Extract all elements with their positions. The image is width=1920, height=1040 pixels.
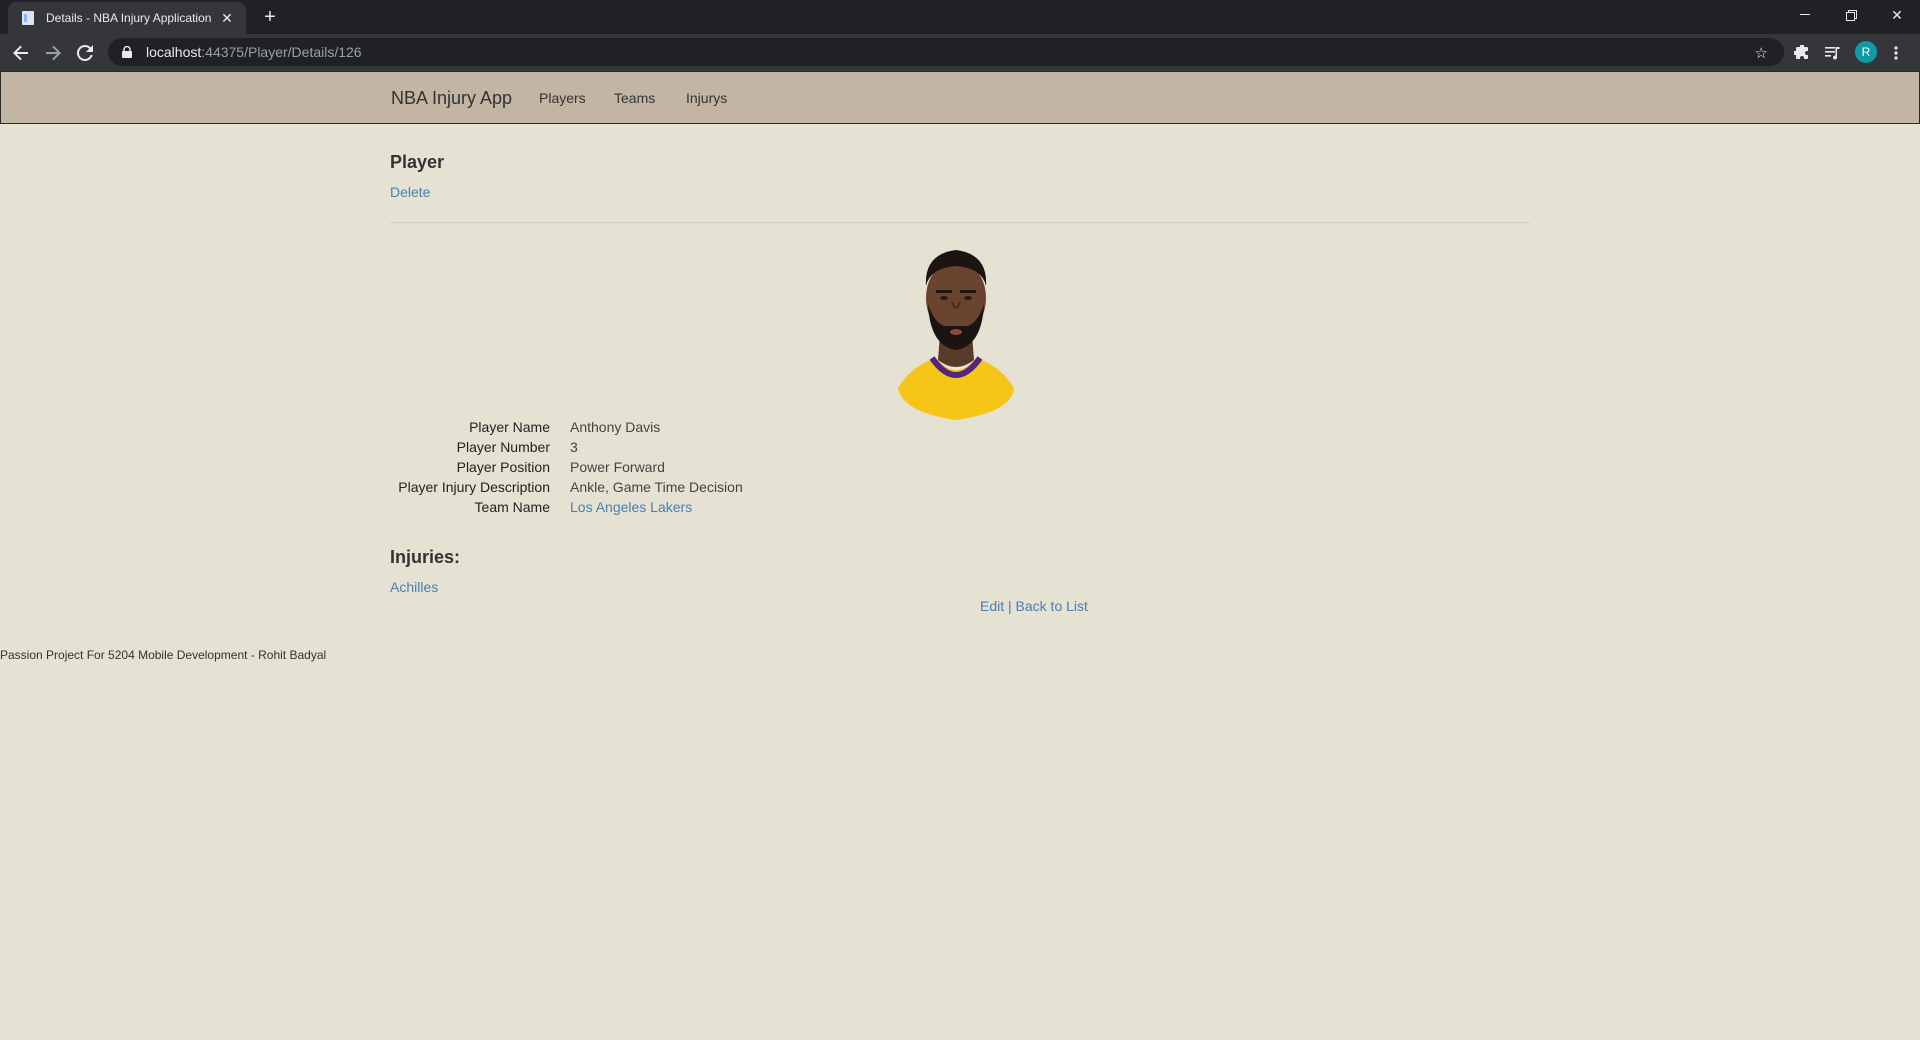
reading-list-icon[interactable] bbox=[1821, 41, 1845, 65]
team-link[interactable]: Los Angeles Lakers bbox=[570, 499, 692, 515]
detail-value: Ankle, Game Time Decision bbox=[570, 479, 743, 495]
browser-tab[interactable]: Details - NBA Injury Application ✕ bbox=[8, 2, 246, 34]
footer-text: Passion Project For 5204 Mobile Developm… bbox=[0, 648, 327, 662]
browser-toolbar: localhost:44375/Player/Details/126 ☆ bbox=[0, 34, 1920, 71]
minimize-icon[interactable] bbox=[1782, 0, 1828, 30]
url-host: localhost bbox=[146, 44, 202, 60]
back-to-list-link[interactable]: Back to List bbox=[1016, 598, 1088, 614]
link-separator: | bbox=[1008, 598, 1012, 614]
detail-row-injury: Player Injury Description Ankle, Game Ti… bbox=[390, 479, 990, 499]
page-title: Player bbox=[390, 152, 445, 172]
player-details: Player Name Anthony Davis Player Number … bbox=[390, 419, 990, 519]
edit-link[interactable]: Edit bbox=[980, 598, 1004, 614]
detail-label: Player Name bbox=[469, 419, 550, 435]
browser-tabbar: Details - NBA Injury Application ✕ + ✕ bbox=[0, 0, 1920, 34]
detail-row-name: Player Name Anthony Davis bbox=[390, 419, 990, 439]
close-window-icon[interactable]: ✕ bbox=[1874, 0, 1920, 30]
tab-title: Details - NBA Injury Application bbox=[46, 11, 212, 25]
detail-row-team: Team Name Los Angeles Lakers bbox=[390, 499, 990, 519]
detail-value: Anthony Davis bbox=[570, 419, 661, 435]
detail-label: Player Number bbox=[456, 439, 550, 455]
back-icon[interactable] bbox=[8, 40, 34, 66]
detail-row-position: Player Position Power Forward bbox=[390, 459, 990, 479]
reload-icon[interactable] bbox=[72, 40, 98, 66]
brand-link[interactable]: NBA Injury App bbox=[391, 88, 512, 109]
nav-teams[interactable]: Teams bbox=[614, 90, 655, 106]
restore-icon[interactable] bbox=[1828, 0, 1874, 30]
extensions-icon[interactable] bbox=[1790, 41, 1814, 65]
close-tab-icon[interactable]: ✕ bbox=[218, 10, 236, 27]
app-navbar: NBA Injury App Players Teams Injurys bbox=[0, 71, 1920, 124]
detail-value: Power Forward bbox=[570, 459, 665, 475]
divider bbox=[390, 222, 1530, 223]
detail-label: Player Injury Description bbox=[398, 479, 550, 495]
detail-row-number: Player Number 3 bbox=[390, 439, 990, 459]
nav-injurys[interactable]: Injurys bbox=[686, 90, 727, 106]
url-path: :44375/Player/Details/126 bbox=[201, 44, 362, 60]
profile-avatar[interactable]: R bbox=[1855, 41, 1877, 63]
nav-players[interactable]: Players bbox=[539, 90, 586, 106]
injury-link[interactable]: Achilles bbox=[390, 579, 438, 595]
action-links: Edit | Back to List bbox=[980, 598, 1088, 614]
player-photo bbox=[898, 250, 1014, 420]
delete-link[interactable]: Delete bbox=[390, 184, 430, 200]
detail-value: 3 bbox=[570, 439, 578, 455]
new-tab-icon[interactable]: + bbox=[258, 5, 282, 29]
page-icon bbox=[20, 10, 36, 26]
forward-icon[interactable] bbox=[40, 40, 66, 66]
more-menu-icon[interactable] bbox=[1884, 41, 1908, 65]
bookmark-star-icon[interactable]: ☆ bbox=[1755, 44, 1768, 62]
address-bar[interactable]: localhost:44375/Player/Details/126 ☆ bbox=[108, 38, 1784, 66]
injuries-heading: Injuries: bbox=[390, 547, 461, 567]
lock-icon bbox=[122, 45, 136, 59]
detail-label: Team Name bbox=[474, 499, 550, 515]
detail-label: Player Position bbox=[456, 459, 550, 475]
